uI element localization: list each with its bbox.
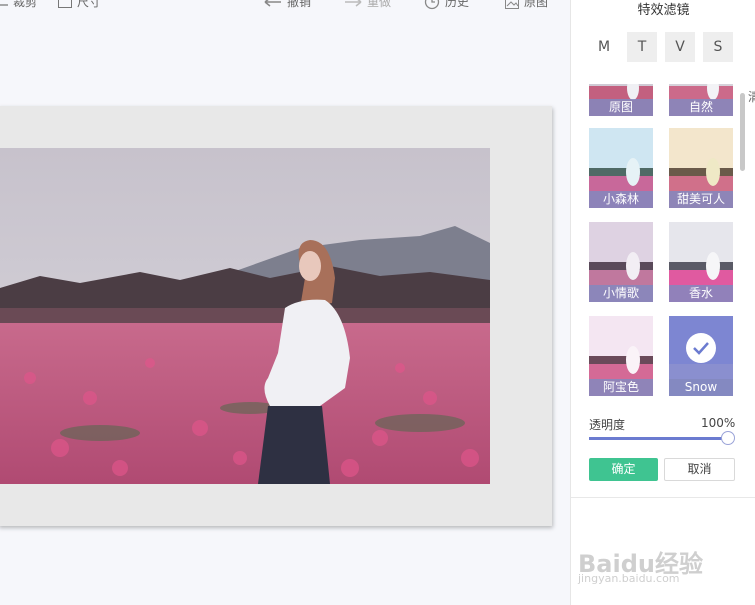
check-icon [686,333,716,363]
tab-v[interactable]: V [665,32,695,62]
redo-button[interactable]: 重做 [344,0,391,10]
watermark-url: jingyan.baidu.com [578,572,680,585]
filter-snow[interactable]: Snow [669,316,733,396]
opacity-label: 透明度 [589,418,626,432]
filter-little-forest[interactable]: 小森林 [589,128,653,208]
panel-title: 特效滤镜 [637,3,690,18]
image-icon [505,0,519,9]
filter-natural[interactable]: 自然 [669,84,733,116]
redo-icon [344,0,362,8]
opacity-value: 100% [701,416,736,430]
tab-m[interactable]: M [589,32,619,62]
edited-photo[interactable] [0,148,490,484]
size-button[interactable]: 尺寸 [58,0,101,10]
undo-icon [264,0,282,8]
tab-t[interactable]: T [627,32,657,62]
cancel-button[interactable]: 取消 [664,458,735,481]
top-toolbar: 裁剪 尺寸 撤销 重做 历史 原图 [0,0,570,18]
filter-label: Snow [669,379,733,396]
filter-label: 原图 [589,99,653,116]
size-icon [58,0,72,8]
crop-button[interactable]: 裁剪 [0,0,37,10]
filter-label: 阿宝色 [589,379,653,396]
filter-label: 自然 [669,99,733,116]
size-label: 尺寸 [77,0,102,9]
crop-label: 裁剪 [13,0,38,9]
clock-icon [424,0,440,10]
opacity-slider-fill [589,437,733,440]
filter-grid: 原图 自然 小森林 甜美可人 小情歌 香水 阿宝色 Snow [589,84,739,402]
crop-icon [0,0,8,8]
canvas-area: 裁剪 尺寸 撤销 重做 历史 原图 [0,0,570,605]
panel-divider [571,497,755,498]
opacity-slider-track[interactable] [589,437,733,440]
filter-panel: 特效滤镜 M T V S 原图 自然 小森林 甜美可人 小情歌 香水 阿宝色 S… [570,0,755,605]
filter-love-song[interactable]: 小情歌 [589,222,653,302]
undo-button[interactable]: 撤销 [264,0,311,10]
history-label: 历史 [445,0,470,9]
filter-perfume[interactable]: 香水 [669,222,733,302]
confirm-button[interactable]: 确定 [589,458,658,481]
opacity-slider-handle[interactable] [721,431,735,445]
history-button[interactable]: 历史 [424,0,469,10]
original-button[interactable]: 原图 [505,0,548,10]
filter-label: 香水 [669,285,733,302]
original-label: 原图 [524,0,549,9]
filter-label: 小情歌 [589,285,653,302]
partial-side-text: 清 [748,90,755,104]
filter-label: 小森林 [589,191,653,208]
filter-abao[interactable]: 阿宝色 [589,316,653,396]
filter-scrollbar[interactable] [740,93,745,171]
filter-category-tabs: M T V S [589,32,733,62]
filter-label: 甜美可人 [669,191,733,208]
redo-label: 重做 [367,0,392,9]
tab-s[interactable]: S [703,32,733,62]
filter-original[interactable]: 原图 [589,84,653,116]
baidu-watermark: Baidu经验 jingyan.baidu.com [578,522,738,592]
filter-sweet[interactable]: 甜美可人 [669,128,733,208]
undo-label: 撤销 [287,0,312,9]
